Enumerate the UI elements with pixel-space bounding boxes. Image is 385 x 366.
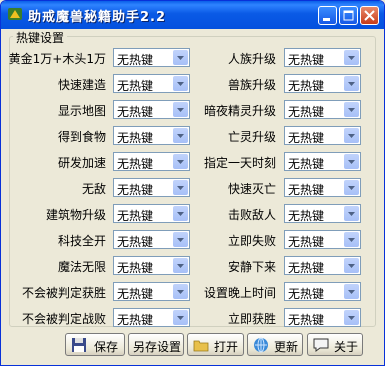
update-button[interactable]: 更新 [247,333,303,356]
hotkey-select[interactable]: 无热键 [284,204,361,223]
hotkey-label: 暗夜精灵升级 [203,104,276,118]
hotkey-select[interactable]: 无热键 [284,282,361,301]
dropdown-arrow[interactable] [344,284,359,299]
chevron-down-icon [348,56,355,60]
open-button-label: 打开 [214,340,239,354]
close-icon [364,10,375,21]
chevron-down-icon [348,108,355,112]
hotkey-label: 亡灵升级 [227,130,276,144]
chevron-down-icon [348,212,355,216]
hotkey-row: 人族升级 无热键 [1,48,384,67]
chevron-down-icon [348,160,355,164]
hotkey-row: 指定一天时刻 无热键 [1,152,384,171]
hotkey-select-value: 无热键 [288,287,325,301]
title-bar[interactable]: 助戒魔兽秘籍助手2.2 [1,1,384,29]
group-title: 热键设置 [13,29,68,46]
dropdown-arrow[interactable] [344,50,359,65]
hotkey-select-value: 无热键 [288,235,325,249]
chevron-down-icon [348,264,355,268]
hotkey-row: 击败敌人 无热键 [1,204,384,223]
minimize-button[interactable] [318,6,337,25]
hotkey-select-value: 无热键 [288,209,325,223]
dropdown-arrow[interactable] [344,232,359,247]
minimize-icon [323,18,330,21]
hotkey-row: 安静下来 无热键 [1,256,384,275]
hotkey-label: 击败敌人 [227,208,276,222]
hotkey-row: 亡灵升级 无热键 [1,126,384,145]
hotkey-select[interactable]: 无热键 [284,100,361,119]
hotkey-select[interactable]: 无热键 [284,308,361,327]
hotkey-row: 设置晚上时间 无热键 [1,282,384,301]
hotkey-row: 暗夜精灵升级 无热键 [1,100,384,119]
hotkey-label: 兽族升级 [227,78,276,92]
hotkey-select-value: 无热键 [288,105,325,119]
open-button[interactable]: 打开 [187,333,244,356]
hotkey-select[interactable]: 无热键 [284,178,361,197]
hotkey-select-value: 无热键 [288,313,325,327]
hotkey-label: 安静下来 [227,260,276,274]
maximize-icon [343,10,354,21]
dropdown-arrow[interactable] [344,128,359,143]
dropdown-arrow[interactable] [344,258,359,273]
update-button-label: 更新 [274,340,299,354]
hotkey-select-value: 无热键 [288,131,325,145]
dropdown-arrow[interactable] [344,206,359,221]
hotkey-select-value: 无热键 [288,183,325,197]
hotkey-label: 指定一天时刻 [203,156,276,170]
maximize-button[interactable] [339,6,358,25]
hotkey-row: 立即获胜 无热键 [1,308,384,327]
globe-update-icon [254,337,268,353]
hotkey-row: 兽族升级 无热键 [1,74,384,93]
hotkey-select[interactable]: 无热键 [284,152,361,171]
hotkey-select[interactable]: 无热键 [284,126,361,145]
hotkey-label: 快速灭亡 [227,182,276,196]
hotkey-select[interactable]: 无热键 [284,256,361,275]
hotkey-select[interactable]: 无热键 [284,48,361,67]
about-button[interactable]: 关于 [307,333,363,356]
hotkey-row: 立即失败 无热键 [1,230,384,249]
open-folder-icon [193,340,209,352]
dropdown-arrow[interactable] [344,76,359,91]
save-as-button[interactable]: 另存设置 [128,333,184,356]
dropdown-arrow[interactable] [344,154,359,169]
save-button[interactable]: 保存 [65,333,125,356]
hotkey-row: 快速灭亡 无热键 [1,178,384,197]
chevron-down-icon [348,186,355,190]
hotkey-select-value: 无热键 [288,53,325,67]
hotkey-label: 人族升级 [227,52,276,66]
close-button[interactable] [360,6,379,25]
speech-bubble-icon [313,338,329,352]
floppy-disk-icon [72,338,86,352]
hotkey-select-value: 无热键 [288,261,325,275]
save-as-button-label: 另存设置 [133,340,182,354]
about-button-label: 关于 [334,340,359,354]
save-button-label: 保存 [94,340,119,354]
hotkey-select-value: 无热键 [288,157,325,171]
app-icon [8,8,22,20]
chevron-down-icon [348,238,355,242]
window-title: 助戒魔兽秘籍助手2.2 [28,10,167,25]
hotkey-select[interactable]: 无热键 [284,230,361,249]
chevron-down-icon [348,82,355,86]
main-window: 助戒魔兽秘籍助手2.2 热键设置 黄金1万+木头1万 无热键 快速建造 无热键 显示地图… [0,0,385,366]
hotkey-label: 立即获胜 [227,312,276,326]
hotkey-select[interactable]: 无热键 [284,74,361,93]
hotkey-label: 立即失败 [227,234,276,248]
chevron-down-icon [348,134,355,138]
hotkey-label: 设置晚上时间 [203,286,276,300]
dropdown-arrow[interactable] [344,102,359,117]
dropdown-arrow[interactable] [344,180,359,195]
hotkey-select-value: 无热键 [288,79,325,93]
chevron-down-icon [348,290,355,294]
dropdown-arrow[interactable] [344,310,359,325]
chevron-down-icon [348,316,355,320]
